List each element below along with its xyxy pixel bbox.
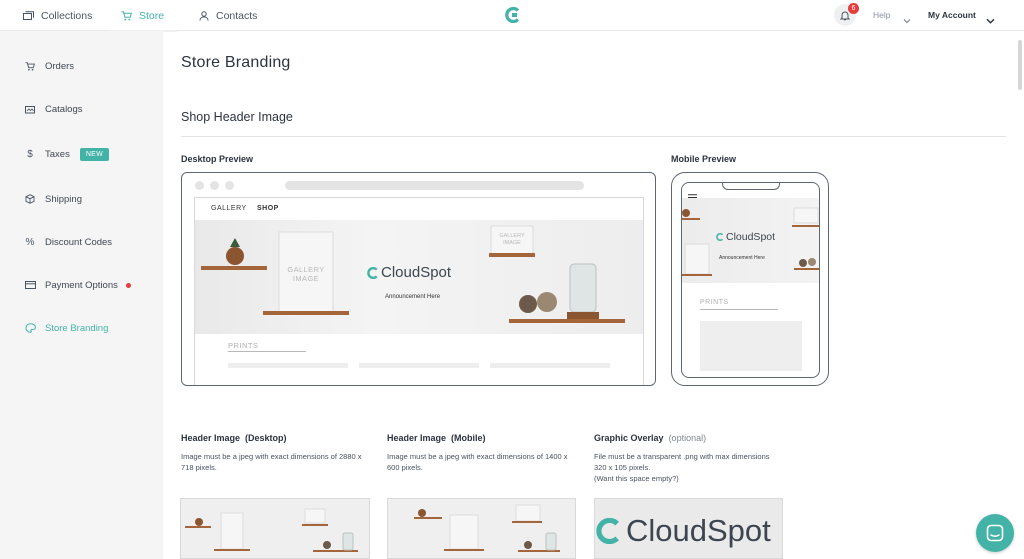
sidebar-item-label: Store Branding [45, 322, 109, 334]
url-bar [285, 181, 584, 190]
chevron-down-icon[interactable] [986, 11, 995, 29]
window-dot [210, 181, 219, 190]
preview-header-image: GALLERY IMAGE GALLERY IMAGE CloudSpot An… [195, 220, 643, 334]
nav-store-label: Store [139, 9, 165, 22]
sidebar-item-label: Discount Codes [45, 236, 113, 248]
mobile-header-thumbnail[interactable] [387, 498, 576, 559]
upload-desktop-desc: Image must be a jpeg with exact dimensio… [181, 452, 362, 472]
notifications-button[interactable]: 6 [834, 3, 859, 26]
nav-collections[interactable]: Collections [23, 0, 92, 31]
want-empty-link[interactable]: (Want this space empty?) [594, 474, 679, 483]
mobile-preview-label: Mobile Preview [671, 154, 737, 164]
prints-label: PRINTS [228, 341, 259, 350]
brand-logo: CloudSpot [716, 231, 775, 243]
brand-name: CloudSpot [381, 264, 452, 281]
sidebar-item-orders[interactable]: Orders [0, 56, 163, 76]
announcement-text: Announcement Here [719, 255, 765, 261]
placeholder-bar [228, 363, 348, 368]
top-bar: Collections Store Contacts 6 Help My Acc… [0, 0, 1024, 32]
divider [181, 136, 1006, 137]
box-icon [24, 194, 36, 204]
cloudspot-logo-icon[interactable] [505, 6, 521, 28]
sidebar-item-taxes[interactable]: $ Taxes NEW [0, 144, 163, 164]
upload-overlay-title: Graphic Overlay (optional) [594, 433, 707, 443]
cloudspot-logo-icon [596, 518, 619, 544]
mobile-preview: CloudSpot Announcement Here PRINTS [671, 172, 829, 386]
sidebar-item-label: Orders [45, 60, 75, 72]
prints-label: PRINTS [700, 299, 729, 306]
percent-icon: % [25, 236, 35, 248]
window-dot [225, 181, 234, 190]
section-title: Shop Header Image [181, 110, 293, 124]
preview-page: GALLERY SHOP GALLERY IMAGE GALLERY IMAGE… [194, 197, 644, 385]
upload-mobile-desc: Image must be a jpeg with exact dimensio… [387, 452, 568, 472]
sidebar-item-label: Shipping [45, 193, 82, 205]
help-menu[interactable]: Help [873, 10, 890, 20]
placeholder-bar [490, 363, 610, 368]
shelves-illustration [414, 504, 560, 552]
gallery-image-placeholder-text: GALLERY IMAGE [499, 233, 525, 246]
contacts-icon [199, 10, 209, 21]
placeholder-block [700, 321, 802, 371]
desktop-preview: GALLERY SHOP GALLERY IMAGE GALLERY IMAGE… [181, 172, 656, 386]
phone-screen: CloudSpot Announcement Here PRINTS [681, 182, 820, 378]
palette-icon [24, 323, 36, 333]
cart-icon [121, 10, 132, 21]
page-title: Store Branding [181, 54, 291, 71]
gallery-image-placeholder-text: GALLERY IMAGE [287, 265, 325, 283]
graphic-overlay-thumbnail[interactable]: CloudSpot [594, 498, 783, 559]
cart-icon [24, 61, 36, 71]
desktop-preview-label: Desktop Preview [181, 154, 254, 164]
shelves-illustration [185, 508, 358, 552]
sidebar-item-catalogs[interactable]: Catalogs [0, 99, 163, 119]
chevron-down-icon[interactable] [903, 11, 911, 29]
new-badge: NEW [79, 147, 110, 161]
prints-underline [700, 309, 778, 310]
upload-overlay-desc: File must be a transparent .png with max… [594, 452, 770, 483]
alert-dot [125, 282, 131, 288]
brand-logo: CloudSpot [596, 513, 771, 549]
sidebar-item-store-branding[interactable]: Store Branding [0, 318, 163, 338]
prints-underline [228, 351, 306, 352]
sidebar-item-label: Payment Options [45, 279, 118, 291]
preview-nav-shop: SHOP [257, 205, 279, 212]
collections-icon [23, 10, 34, 21]
brand-name: CloudSpot [726, 231, 776, 243]
nav-contacts-label: Contacts [216, 9, 258, 22]
nav-contacts[interactable]: Contacts [199, 0, 257, 31]
preview-nav: GALLERY SHOP [211, 205, 279, 212]
chat-button[interactable] [976, 514, 1014, 552]
cloudspot-logo-icon [367, 266, 378, 279]
sidebar-item-label: Catalogs [45, 103, 83, 115]
mobile-header-image: CloudSpot Announcement Here [682, 198, 819, 283]
dollar-icon: $ [27, 148, 33, 160]
account-menu[interactable]: My Account [928, 10, 976, 20]
sidebar-item-label: Taxes [45, 148, 70, 160]
cloudspot-logo-icon [716, 233, 724, 241]
brand-logo: CloudSpot [367, 264, 451, 281]
upload-mobile-title: Header Image (Mobile) [387, 433, 486, 443]
brand-name: CloudSpot [626, 513, 771, 548]
main-content: Store Branding Shop Header Image Desktop… [163, 31, 1024, 559]
sidebar: Orders Catalogs $ Taxes NEW Shipping % D… [0, 31, 163, 559]
announcement-text: Announcement Here [385, 294, 441, 300]
phone-notch [722, 183, 780, 190]
card-icon [24, 281, 36, 289]
nav-collections-label: Collections [41, 9, 93, 22]
sidebar-item-shipping[interactable]: Shipping [0, 189, 163, 209]
window-dot [195, 181, 204, 190]
sidebar-item-discount-codes[interactable]: % Discount Codes [0, 232, 163, 252]
nav-store[interactable]: Store [107, 0, 178, 32]
sidebar-item-payment-options[interactable]: Payment Options [0, 275, 163, 295]
preview-nav-gallery: GALLERY [211, 205, 247, 212]
upload-desktop-title: Header Image (Desktop) [181, 433, 287, 443]
placeholder-bar [359, 363, 479, 368]
catalog-icon [24, 105, 36, 114]
notification-count-badge: 6 [848, 3, 859, 14]
scrollbar[interactable] [1018, 40, 1022, 90]
desktop-header-thumbnail[interactable] [180, 498, 370, 559]
chat-icon [986, 524, 1004, 542]
